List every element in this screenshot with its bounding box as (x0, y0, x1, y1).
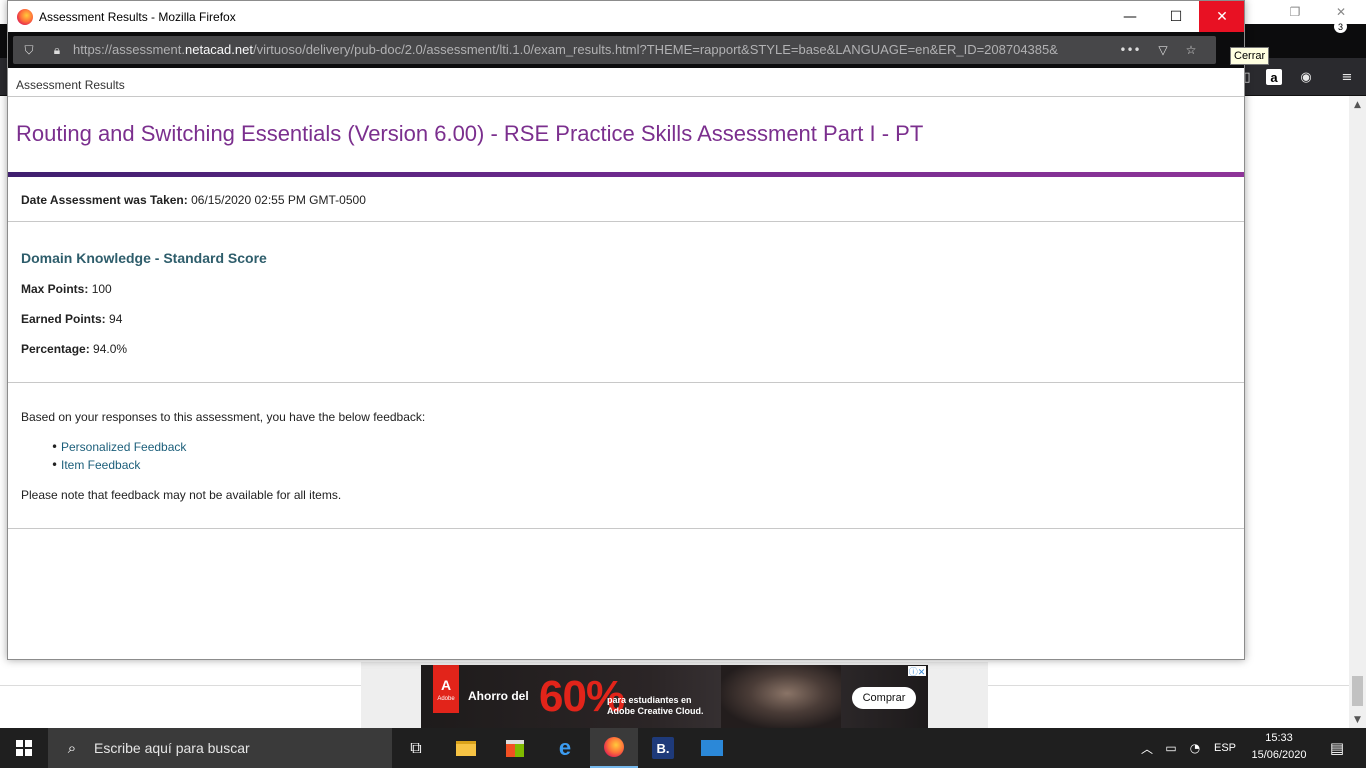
scroll-up-icon[interactable]: ▲ (1349, 96, 1366, 113)
percentage-label: Percentage: (21, 342, 90, 356)
feedback-note: Please note that feedback may not be ava… (21, 488, 342, 502)
file-explorer-button[interactable] (442, 728, 490, 768)
pocket-icon[interactable]: ▽ (1155, 42, 1171, 58)
max-points-value: 100 (91, 282, 112, 296)
list-item: • Personalized Feedback (51, 440, 187, 454)
battery-icon[interactable]: ▭ (1160, 728, 1182, 768)
max-points-row: Max Points: 100 (21, 282, 112, 296)
search-icon: ⌕ (67, 739, 77, 757)
adobe-logo: A Adobe (433, 665, 459, 713)
firefox-taskbar-icon (604, 737, 624, 757)
feedback-section: Based on your responses to this assessme… (8, 383, 1244, 529)
shield-icon[interactable]: ⛉ (21, 42, 37, 58)
page-header-title: Assessment Results (16, 78, 125, 92)
amazon-icon[interactable]: a (1263, 66, 1285, 88)
adobe-ad-banner[interactable]: A Adobe Ahorro del 60% para estudiantes e… (421, 665, 928, 728)
ad-save-text: Ahorro del (468, 689, 529, 703)
ad-subtext: para estudiantes en Adobe Creative Cloud… (607, 695, 704, 716)
date-value: 06/15/2020 02:55 PM GMT-0500 (191, 193, 366, 207)
network-offline-icon[interactable]: ◔ (1184, 728, 1206, 768)
lock-icon[interactable]: 🔒︎ (49, 42, 65, 58)
system-clock[interactable]: 15:33 15/06/2020 (1247, 730, 1311, 766)
page-header: Assessment Results (8, 68, 1244, 97)
close-button[interactable]: ✕ (1199, 1, 1244, 32)
assessment-results-window: Assessment Results - Mozilla Firefox — ☐… (7, 0, 1245, 660)
feedback-intro: Based on your responses to this assessme… (21, 410, 426, 424)
store-icon (506, 739, 524, 757)
percentage-row: Percentage: 94.0% (21, 342, 127, 356)
show-hidden-icons-chevron-icon[interactable]: ︿ (1137, 728, 1157, 768)
booking-icon: B. (652, 737, 674, 759)
folder-icon (456, 740, 476, 756)
list-item: • Item Feedback (51, 458, 141, 472)
window-titlebar: Assessment Results - Mozilla Firefox — ☐… (8, 1, 1244, 32)
task-view-icon[interactable]: ⧉ (392, 728, 440, 768)
score-heading: Domain Knowledge - Standard Score (21, 250, 267, 266)
page-content: Assessment Results Routing and Switching… (8, 68, 1244, 659)
notifications-icon[interactable]: ▤ (1322, 728, 1352, 768)
store-button[interactable] (491, 728, 539, 768)
scroll-down-icon[interactable]: ▼ (1349, 711, 1366, 728)
booking-button[interactable]: B. (639, 728, 687, 768)
clock-time: 15:33 (1265, 732, 1293, 744)
taskbar: ⌕ Escribe aquí para buscar ⧉ e B. ︿ ▭ ◔ … (0, 728, 1366, 768)
date-row: Date Assessment was Taken: 06/15/2020 02… (21, 193, 366, 207)
ad-image (721, 665, 841, 728)
background-restore-icon[interactable]: ❐ (1272, 0, 1318, 24)
item-feedback-link[interactable]: Item Feedback (61, 458, 140, 472)
date-label: Date Assessment was Taken: (21, 193, 188, 207)
url-toolbar: ⛉ 🔒︎ https://assessment.netacad.net/virt… (8, 32, 1244, 91)
windows-logo-icon (16, 740, 32, 756)
firefox-taskbar-button[interactable] (590, 728, 638, 768)
account-icon[interactable]: ◉ (1295, 66, 1317, 88)
url-text[interactable]: https://assessment.netacad.net/virtuoso/… (73, 42, 1063, 57)
search-placeholder: Escribe aquí para buscar (94, 740, 250, 756)
earned-points-row: Earned Points: 94 (21, 312, 122, 326)
background-scrollbar[interactable]: ▲ ▼ (1349, 96, 1366, 728)
start-button[interactable] (0, 728, 48, 768)
earned-points-label: Earned Points: (21, 312, 106, 326)
score-section: Domain Knowledge - Standard Score Max Po… (8, 222, 1244, 383)
assessment-title: Routing and Switching Essentials (Versio… (16, 121, 924, 146)
personalized-feedback-link[interactable]: Personalized Feedback (61, 440, 186, 454)
feedback-list: • Personalized Feedback • Item Feedback (51, 440, 186, 476)
maximize-button[interactable]: ☐ (1153, 1, 1199, 32)
notification-count-badge: 3 (1334, 20, 1347, 33)
date-section: Date Assessment was Taken: 06/15/2020 02… (8, 177, 1244, 222)
page-actions-icon[interactable]: ••• (1117, 42, 1143, 58)
url-bar[interactable]: ⛉ 🔒︎ https://assessment.netacad.net/virt… (13, 36, 1216, 64)
bookmark-star-icon[interactable]: ☆ (1183, 42, 1199, 58)
firefox-icon (17, 8, 33, 25)
ad-buy-button[interactable]: Comprar (852, 687, 916, 709)
mail-button[interactable] (688, 728, 736, 768)
ad-close-icon[interactable]: ⓘ✕ (908, 666, 926, 678)
minimize-button[interactable]: — (1107, 1, 1153, 32)
taskbar-search[interactable]: ⌕ Escribe aquí para buscar (48, 728, 392, 768)
earned-points-value: 94 (109, 312, 123, 326)
mail-icon (701, 740, 723, 756)
window-title: Assessment Results - Mozilla Firefox (39, 9, 236, 24)
max-points-label: Max Points: (21, 282, 89, 296)
scroll-thumb[interactable] (1352, 676, 1363, 706)
edge-button[interactable]: e (541, 728, 589, 768)
edge-icon: e (558, 735, 572, 760)
percentage-value: 94.0% (93, 342, 128, 356)
clock-date: 15/06/2020 (1251, 749, 1307, 761)
close-tooltip: Cerrar (1230, 47, 1270, 65)
input-language[interactable]: ESP (1210, 728, 1240, 768)
background-menu-icon[interactable]: ≡ (1336, 66, 1358, 88)
